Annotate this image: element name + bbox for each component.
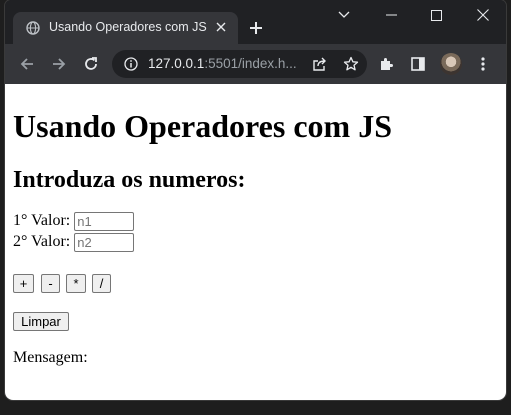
field2-label: 2° Valor:	[13, 233, 71, 251]
divide-button[interactable]: /	[92, 274, 111, 293]
reload-icon[interactable]	[79, 52, 103, 76]
message-label: Mensagem:	[13, 349, 88, 366]
browser-window: Usando Operadores com JS 127.0.0.1:5501/…	[5, 0, 506, 400]
forward-arrow-icon[interactable]	[47, 52, 71, 76]
subtract-button[interactable]: -	[41, 274, 60, 293]
n1-input[interactable]	[74, 212, 135, 231]
site-info-icon[interactable]	[124, 57, 138, 71]
url-text[interactable]: 127.0.0.1:5501/index.h...	[148, 56, 297, 71]
side-panel-icon[interactable]	[406, 52, 430, 76]
profile-avatar[interactable]	[440, 53, 462, 75]
browser-toolbar: 127.0.0.1:5501/index.h...	[5, 44, 506, 84]
extensions-puzzle-icon[interactable]	[375, 52, 399, 76]
url-path: :5501/index.h...	[204, 56, 297, 71]
url-host: 127.0.0.1	[148, 56, 205, 71]
new-tab-icon[interactable]	[243, 16, 269, 42]
bookmark-star-icon[interactable]	[343, 56, 359, 72]
chevron-down-icon[interactable]	[321, 0, 366, 30]
page-title: Usando Operadores com JS	[13, 108, 392, 144]
tab-close-icon[interactable]	[212, 19, 230, 37]
browser-tab[interactable]: Usando Operadores com JS	[13, 12, 238, 44]
tab-title: Usando Operadores com JS	[49, 20, 207, 34]
minimize-icon[interactable]	[369, 0, 414, 30]
menu-kebab-icon[interactable]	[471, 52, 495, 76]
field-row-2: 2° Valor:	[13, 233, 135, 252]
address-bar[interactable]: 127.0.0.1:5501/index.h...	[112, 50, 367, 78]
globe-icon	[26, 21, 40, 35]
share-icon[interactable]	[312, 57, 327, 72]
back-arrow-icon[interactable]	[15, 52, 39, 76]
title-bar: Usando Operadores com JS	[5, 0, 506, 44]
multiply-button[interactable]: *	[66, 274, 86, 293]
field-row-1: 1° Valor:	[13, 212, 135, 231]
page-viewport: Usando Operadores com JS Introduza os nu…	[5, 84, 506, 400]
clear-button[interactable]: Limpar	[13, 312, 69, 331]
add-button[interactable]: +	[13, 274, 34, 293]
page-subtitle: Introduza os numeros:	[13, 167, 246, 193]
maximize-icon[interactable]	[414, 0, 459, 30]
field1-label: 1° Valor:	[13, 212, 71, 230]
n2-input[interactable]	[74, 233, 135, 252]
close-icon[interactable]	[460, 0, 505, 30]
